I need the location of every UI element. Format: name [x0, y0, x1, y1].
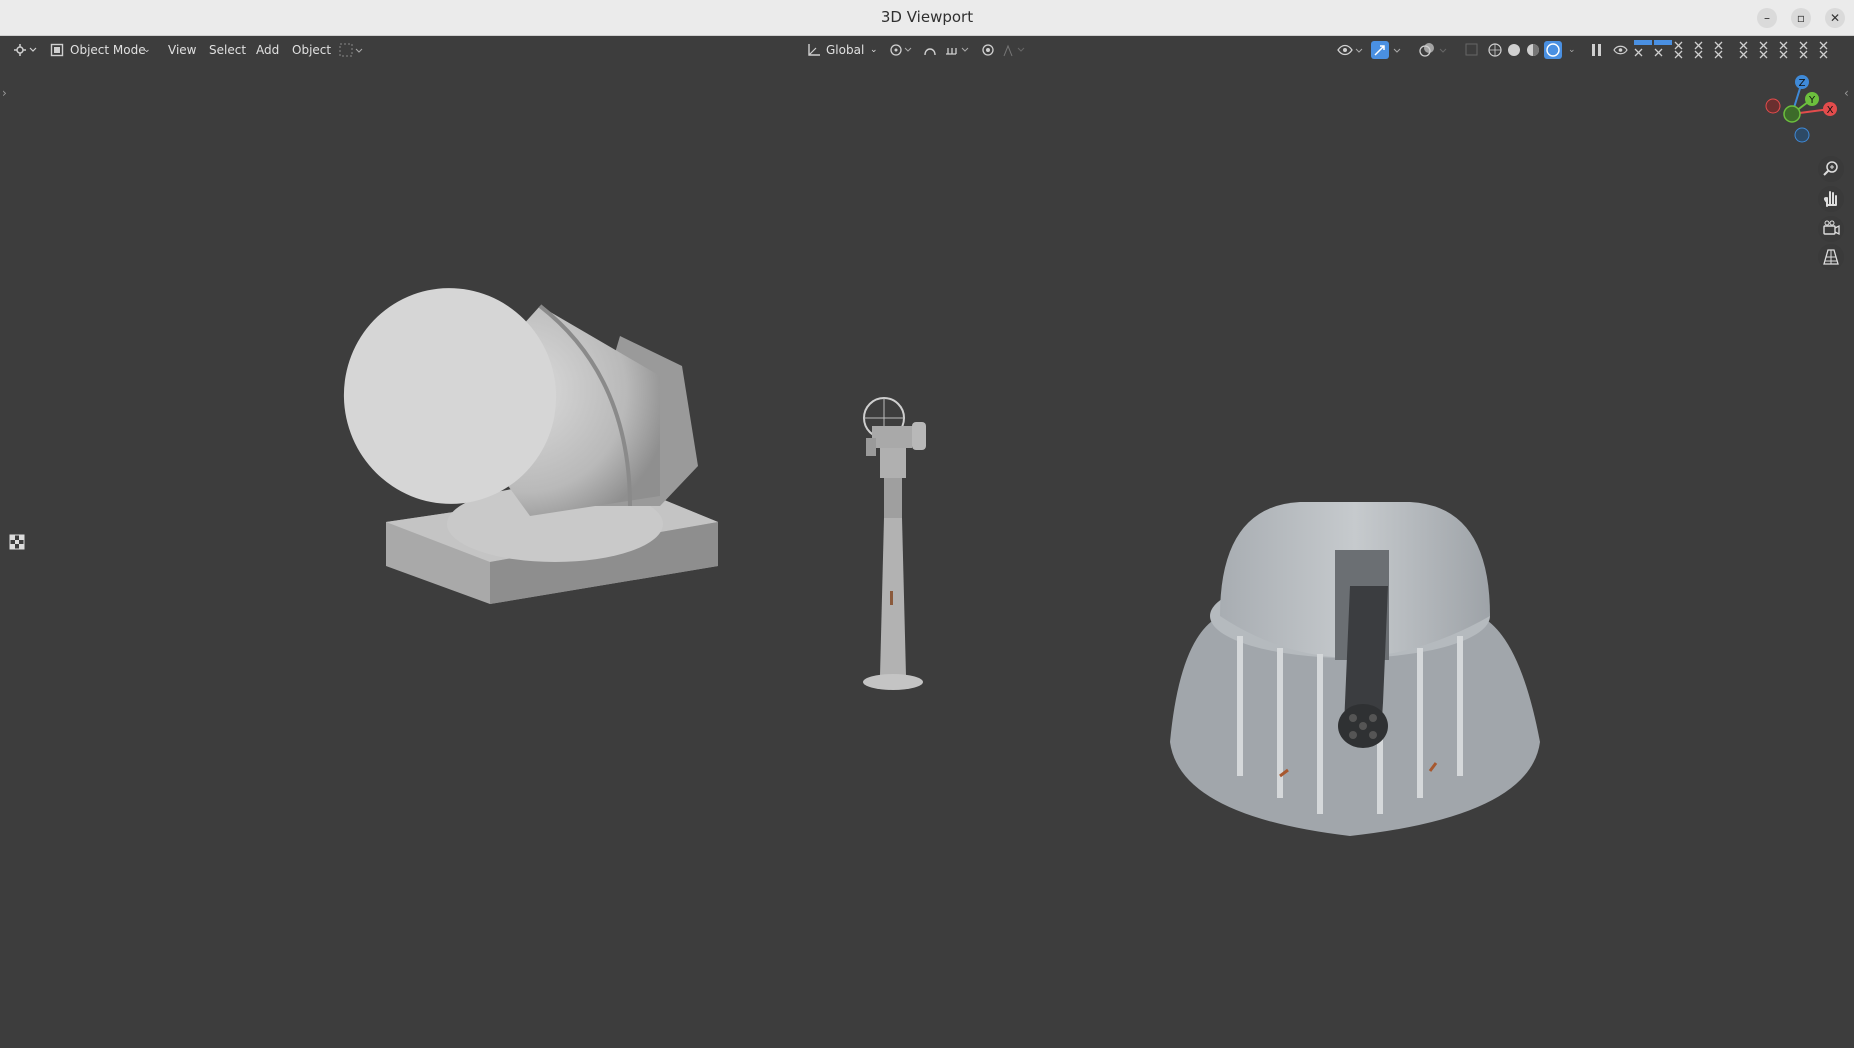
select-box-icon: [339, 43, 363, 57]
menu-add[interactable]: Add: [252, 40, 283, 60]
axis-gizmo-icon: Z Y X: [1765, 75, 1837, 143]
select-box-tool[interactable]: [338, 40, 366, 60]
chevron-down-icon: ⌄: [870, 45, 878, 55]
shading-modes[interactable]: [1487, 40, 1567, 60]
camera-icon: [1823, 220, 1840, 236]
navigation-gizmo[interactable]: Z Y X: [1758, 70, 1838, 160]
xray-toggle[interactable]: [1463, 40, 1481, 60]
y-axis-label: Y: [1808, 95, 1816, 106]
searchlight-model: [343, 288, 718, 604]
zoom-icon: [1823, 161, 1838, 176]
window-title: 3D Viewport: [880, 8, 974, 26]
object-mode-label: Object Mode: [70, 43, 146, 57]
object-visibility-dropdown[interactable]: [1336, 40, 1364, 60]
pause-render-toggle[interactable]: [1590, 40, 1604, 60]
eye-select-icon: [1337, 44, 1363, 56]
gun-turret[interactable]: [1160, 486, 1540, 846]
menu-object[interactable]: Object: [288, 40, 335, 60]
transform-orientation-dropdown[interactable]: Global ⌄: [806, 40, 880, 60]
menu-view[interactable]: View: [164, 40, 200, 60]
chevron-down-icon: ⌄: [143, 45, 151, 55]
shading-icons: [1488, 41, 1562, 59]
overlays-toggle[interactable]: [1418, 40, 1450, 60]
minimize-button[interactable]: –: [1757, 8, 1777, 28]
hand-icon: [1823, 191, 1837, 207]
proportional-edit-icon: [982, 44, 1025, 57]
checker-toggle[interactable]: [9, 534, 25, 550]
checker-icon: [9, 534, 25, 550]
toolbar-expand-icon[interactable]: ›: [2, 86, 7, 100]
collection-visibility-strip[interactable]: [1612, 40, 1844, 60]
proportional-editing[interactable]: [980, 40, 1030, 60]
gizmo-toggle[interactable]: [1371, 40, 1403, 60]
title-bar: 3D Viewport – ▫ ✕: [0, 0, 1854, 36]
close-button[interactable]: ✕: [1825, 8, 1845, 28]
sight-pedestal-model: [863, 397, 926, 690]
3d-viewport[interactable]: Object Mode ⌄ View Select Add Object Glo…: [0, 36, 1854, 1048]
viewport-header: Object Mode ⌄ View Select Add Object Glo…: [0, 36, 1854, 64]
sight-pedestal[interactable]: [850, 386, 950, 706]
snapping-controls[interactable]: [922, 40, 972, 60]
pivot-point-dropdown[interactable]: [888, 40, 914, 60]
menu-select[interactable]: Select: [205, 40, 250, 60]
x-axis-label: X: [1827, 105, 1834, 116]
pause-icon: [1592, 44, 1601, 56]
shading-dropdown[interactable]: ⌄: [1568, 40, 1582, 60]
maximize-button[interactable]: ▫: [1791, 8, 1811, 28]
xray-icon: [1465, 43, 1478, 56]
pan-button[interactable]: [1818, 186, 1844, 212]
pivot-icon: [890, 44, 912, 56]
zoom-button[interactable]: [1818, 156, 1844, 182]
object-mode-dropdown[interactable]: Object Mode ⌄: [48, 40, 160, 60]
gizmo-icon: [1371, 41, 1401, 59]
visibility-toggles-icons: [1613, 40, 1828, 59]
orientation-icon: [808, 44, 820, 56]
camera-view-button[interactable]: [1818, 216, 1844, 242]
gun-turret-model: [1170, 502, 1540, 836]
orientation-label: Global: [826, 43, 865, 57]
z-axis-label: Z: [1799, 78, 1806, 89]
perspective-toggle-button[interactable]: [1818, 244, 1844, 270]
overlays-icon: [1419, 43, 1447, 57]
snap-icon: [924, 47, 969, 56]
editor-type-icon: [14, 44, 37, 56]
searchlight[interactable]: [330, 266, 730, 626]
editor-type-button[interactable]: [12, 40, 38, 60]
object-mode-icon: [50, 43, 64, 57]
sidebar-expand-icon[interactable]: ‹: [1844, 86, 1849, 100]
grid-perspective-icon: [1823, 249, 1839, 265]
